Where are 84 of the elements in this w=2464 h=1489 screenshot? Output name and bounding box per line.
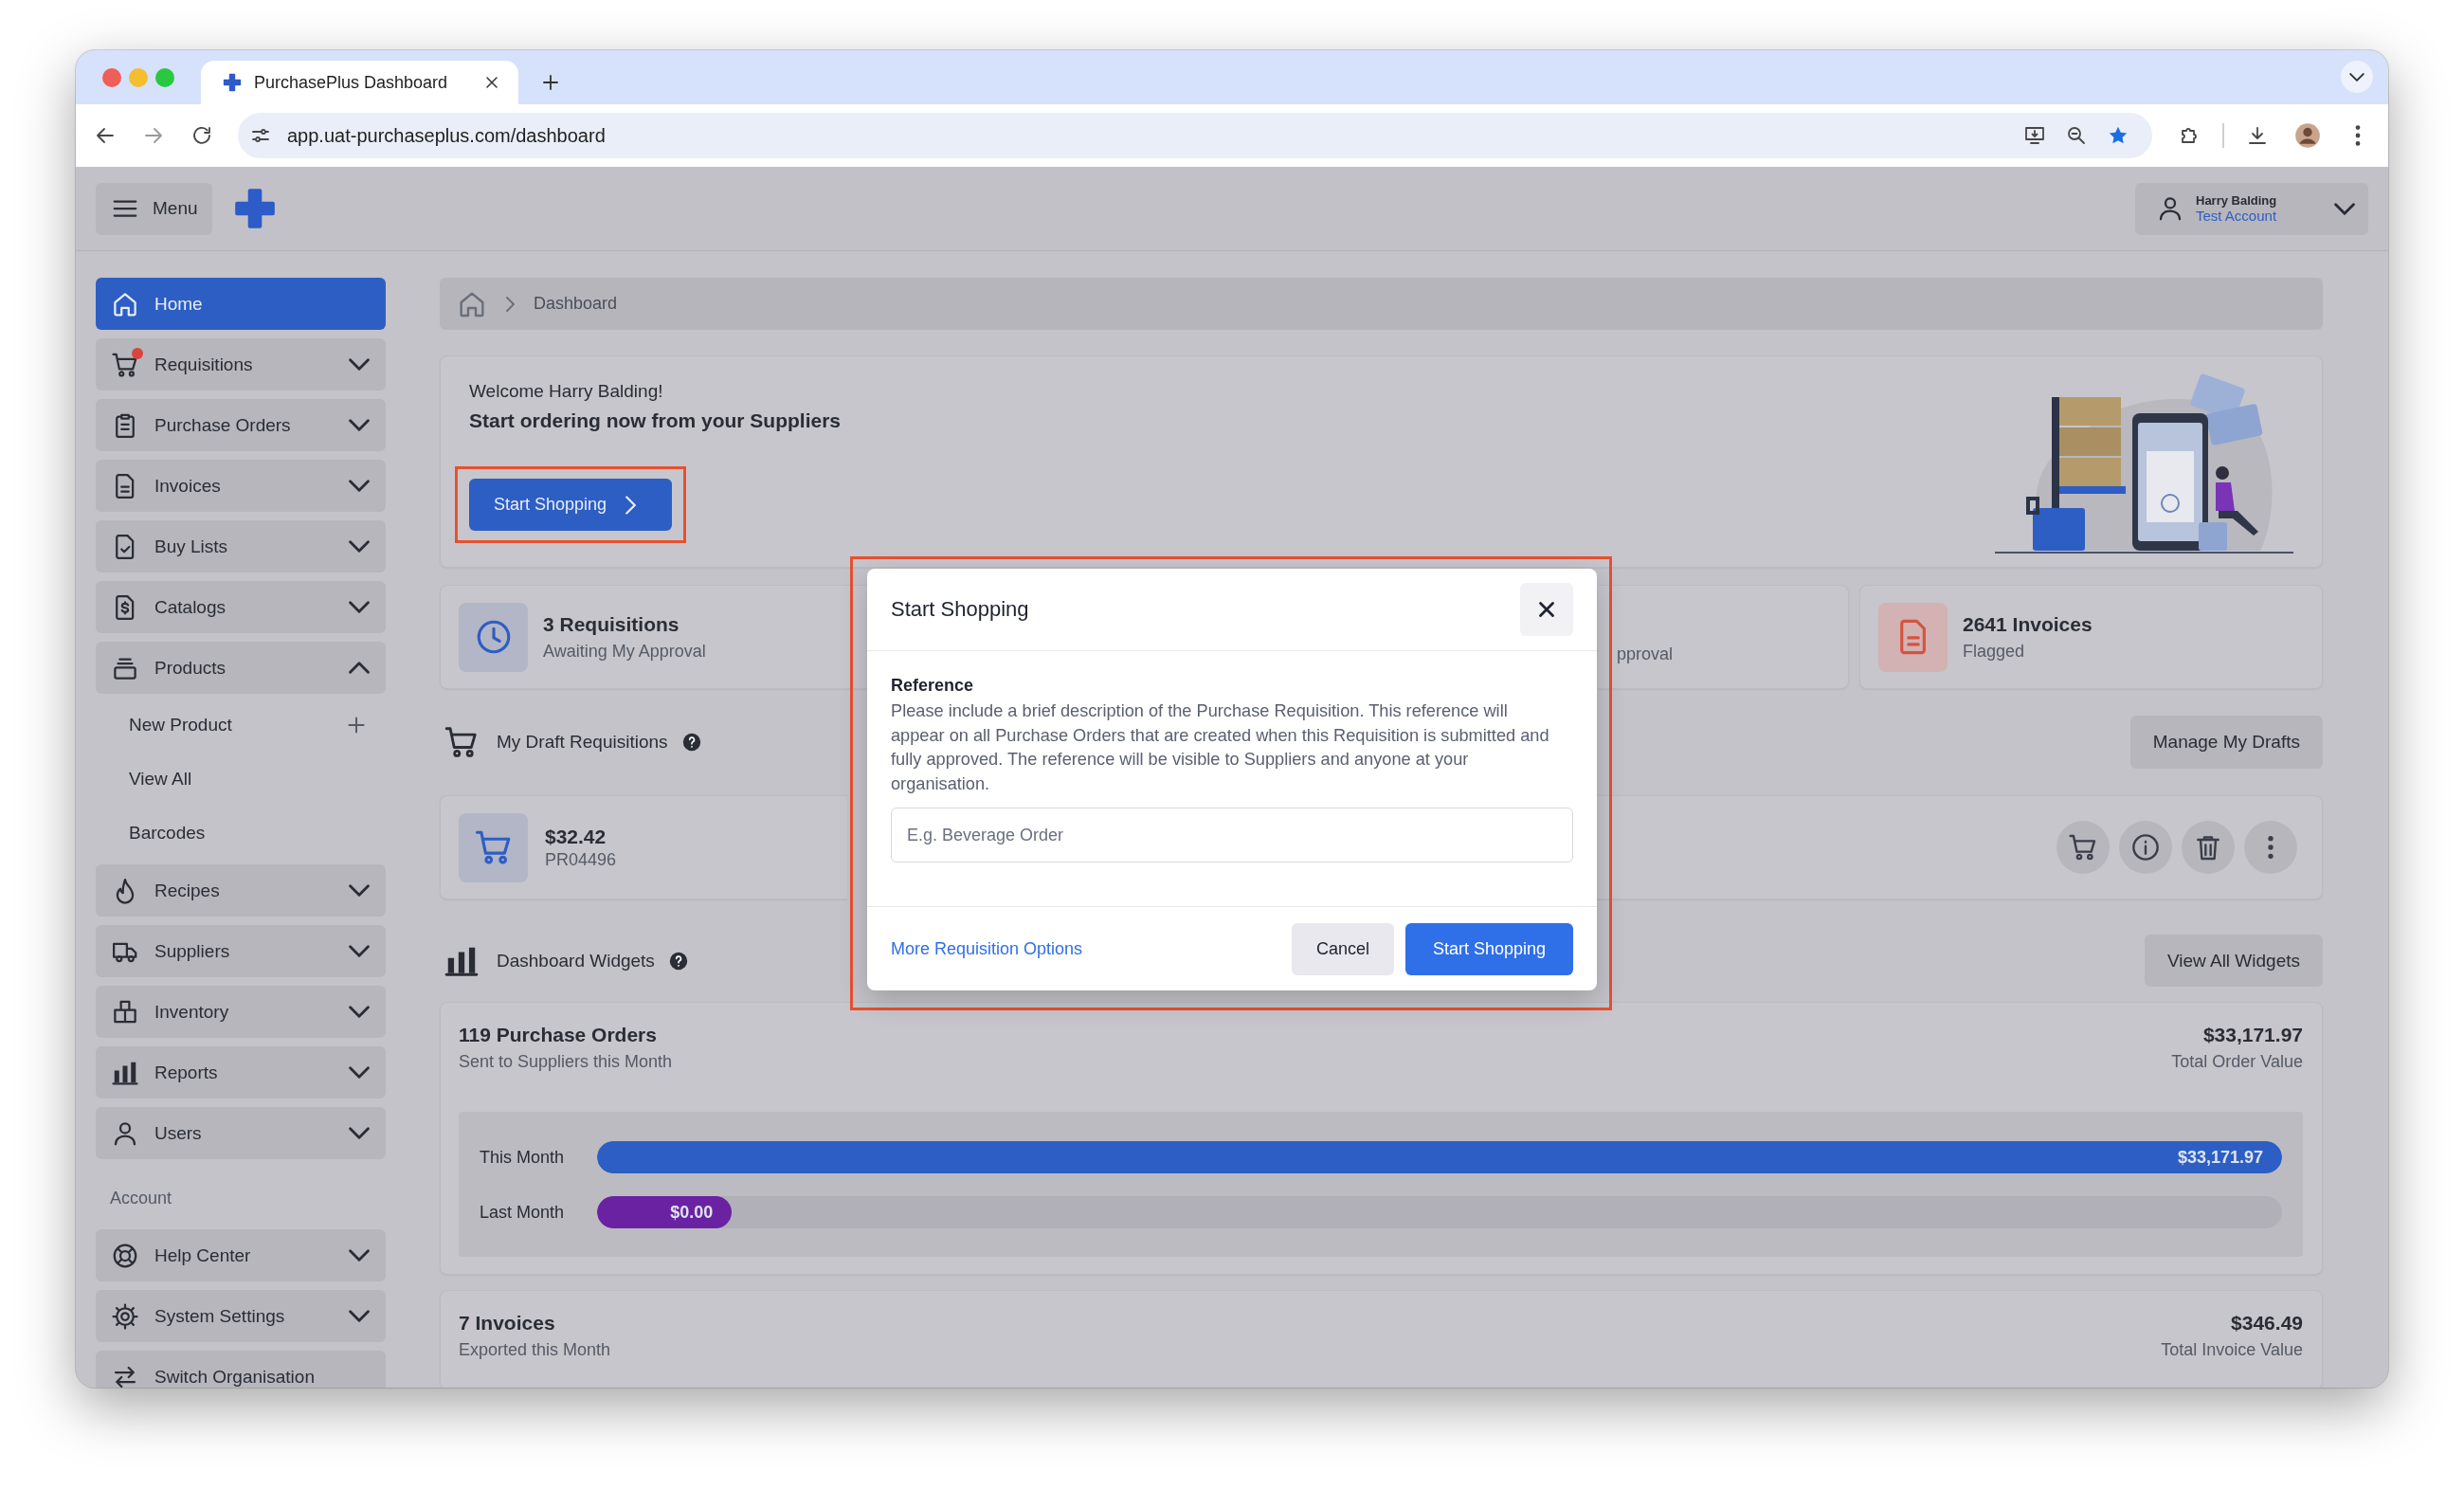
cart-icon xyxy=(444,724,480,760)
close-button[interactable] xyxy=(1520,583,1573,636)
stat-title: 2641 Invoices xyxy=(1963,612,2093,636)
user-menu-button[interactable]: Harry Balding Test Account xyxy=(2135,182,2368,235)
settings-icon xyxy=(111,1301,139,1331)
headline-text: Start ordering now from your Suppliers xyxy=(469,409,842,432)
widget-subtitle: Exported this Month xyxy=(459,1340,611,1360)
section-title: Dashboard Widgets xyxy=(497,950,655,971)
dialog-title: Start Shopping xyxy=(891,597,1029,622)
widget-total: $346.49 xyxy=(2230,1312,2303,1335)
logo-icon xyxy=(222,72,243,93)
submenu-item[interactable]: Barcodes xyxy=(129,823,369,844)
submenu-item[interactable]: New Product xyxy=(129,715,344,735)
submenu-item[interactable]: View All xyxy=(129,769,369,790)
cart-icon xyxy=(2068,832,2098,863)
sidebar-item[interactable]: Purchase Orders xyxy=(96,399,386,451)
widget-total-label: Total Order Value xyxy=(2171,1052,2303,1072)
bar-value: $33,171.97 xyxy=(2177,1147,2263,1168)
chevron-down-icon xyxy=(2349,72,2364,82)
section-title: My Draft Requisitions xyxy=(497,732,668,753)
widget-title: 119 Purchase Orders xyxy=(459,1024,658,1046)
widget-subtitle: Sent to Suppliers this Month xyxy=(459,1052,673,1072)
bar-value: $0.00 xyxy=(670,1202,714,1223)
draft-amount: $32.42 xyxy=(545,825,607,848)
stat-title: 3 Requisitions xyxy=(543,612,680,636)
more-options-link[interactable]: More Requisition Options xyxy=(891,938,1083,959)
sidebar-item[interactable]: Reports xyxy=(96,1046,386,1099)
stat-subtitle: pproval xyxy=(1617,644,1674,664)
stat-subtitle: Flagged xyxy=(1963,641,2026,662)
sidebar-item[interactable]: System Settings xyxy=(96,1290,386,1342)
zoom-icon[interactable] xyxy=(2065,124,2088,147)
sidebar-item[interactable]: Requisitions xyxy=(96,338,386,390)
stat-card[interactable]: pproval xyxy=(1598,585,1849,689)
kebab-icon xyxy=(2267,834,2274,861)
start-shopping-button[interactable]: Start Shopping xyxy=(1405,922,1573,975)
info-button[interactable] xyxy=(2119,821,2172,874)
tab-search-button[interactable] xyxy=(2341,61,2373,93)
more-button[interactable] xyxy=(2244,821,2297,874)
sidebar-item[interactable]: Catalogs xyxy=(96,581,386,633)
help-icon[interactable] xyxy=(667,950,689,971)
draft-number: PR04496 xyxy=(545,849,617,870)
sidebar-item[interactable]: Home xyxy=(96,278,386,330)
info-icon xyxy=(2130,832,2161,863)
avatar-icon[interactable] xyxy=(2294,122,2321,149)
manage-drafts-button[interactable]: Manage My Drafts xyxy=(2129,716,2323,769)
sidebar-item[interactable]: Switch Organisation xyxy=(96,1351,386,1388)
draft-card[interactable]: $32.42 PR04496 xyxy=(440,795,847,899)
sidebar-item[interactable]: Invoices xyxy=(96,460,386,512)
section-label: Account xyxy=(109,1188,173,1209)
field-label: Reference xyxy=(891,676,975,696)
delete-button[interactable] xyxy=(2182,821,2235,874)
help-text: Please include a brief description of the Purchase Requisition. This reference will appear on all Purchase Orders that are created when this Requisition is submitted and fully approved. The reference will be visible to Suppliers and anyone at your organisation. xyxy=(891,700,1550,795)
add-to-cart-button[interactable] xyxy=(2056,821,2110,874)
sidebar-item[interactable]: Recipes xyxy=(96,864,386,917)
reload-icon[interactable] xyxy=(190,124,213,147)
widget-total-label: Total Invoice Value xyxy=(2161,1340,2303,1360)
breadcrumb-item[interactable]: Dashboard xyxy=(534,294,618,314)
widget-total: $33,171.97 xyxy=(2201,1024,2303,1046)
bar-label: Last Month xyxy=(480,1202,566,1223)
stat-subtitle: Awaiting My Approval xyxy=(543,641,706,662)
widget-title: 7 Invoices xyxy=(459,1312,556,1335)
cancel-button[interactable]: Cancel xyxy=(1292,922,1394,975)
chevron-right-icon xyxy=(506,296,515,312)
bar-label: This Month xyxy=(480,1147,566,1168)
chevron-down-icon xyxy=(2334,202,2355,215)
address-bar[interactable]: app.uat-purchaseplus.com/dashboard xyxy=(238,113,2152,158)
close-window-button[interactable] xyxy=(102,68,121,87)
start-shopping-button[interactable]: Start Shopping xyxy=(469,479,672,531)
sidebar-item[interactable]: Users xyxy=(96,1107,386,1159)
greeting-text: Welcome Harry Balding! xyxy=(469,381,664,402)
download-icon[interactable] xyxy=(2246,124,2269,147)
view-all-widgets-button[interactable]: View All Widgets xyxy=(2144,935,2323,987)
menu-button[interactable]: Menu xyxy=(96,182,212,235)
sidebar-item[interactable]: Inventory xyxy=(96,986,386,1038)
stat-card[interactable]: 2641 Invoices Flagged xyxy=(1859,585,2323,689)
reference-input-field[interactable]: E.g. Beverage Order xyxy=(891,808,1573,863)
sidebar-item[interactable]: Products xyxy=(96,642,386,694)
sidebar-item[interactable]: Buy Lists xyxy=(96,520,386,572)
chevron-right-icon xyxy=(625,495,637,515)
browser-tab[interactable]: PurchasePlus Dashboard xyxy=(201,61,518,104)
help-icon[interactable] xyxy=(680,732,702,753)
sidebar-item[interactable]: Suppliers xyxy=(96,925,386,977)
install-icon[interactable] xyxy=(2023,124,2046,147)
sidebar-item[interactable]: Help Center xyxy=(96,1229,386,1281)
